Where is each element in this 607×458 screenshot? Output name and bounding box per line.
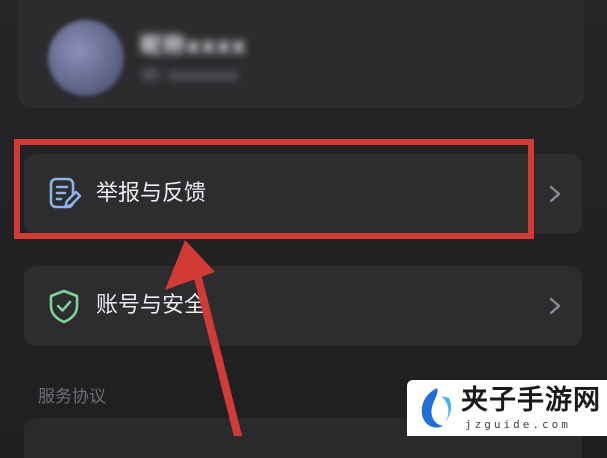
- watermark-title: 夹子手游网: [461, 385, 601, 416]
- profile-name: 昵称xxxx: [140, 34, 247, 59]
- section-header-service-agreement: 服务协议: [38, 387, 106, 407]
- menu-item-report-feedback[interactable]: 举报与反馈: [24, 154, 582, 234]
- watermark: 夹子手游网 jzguide.com: [407, 380, 607, 436]
- chevron-right-icon: [549, 185, 561, 203]
- profile-card[interactable]: 昵称xxxx ID: xxxxxxxx: [18, 0, 584, 108]
- shield-check-icon: [49, 289, 79, 324]
- menu-item-account-security[interactable]: 账号与安全: [24, 266, 582, 346]
- menu-item-label: 账号与安全: [96, 293, 207, 318]
- profile-subtitle: ID: xxxxxxxx: [142, 66, 239, 84]
- menu-item-label: 举报与反馈: [96, 181, 207, 206]
- chevron-right-icon: [549, 297, 561, 315]
- document-edit-icon: [49, 177, 82, 209]
- watermark-url: jzguide.com: [465, 418, 571, 431]
- avatar[interactable]: [48, 20, 124, 96]
- site-logo-icon: [421, 388, 452, 428]
- settings-screen: 昵称xxxx ID: xxxxxxxx 举报与反馈 账号与安全 服务协议 夹子手…: [0, 0, 607, 458]
